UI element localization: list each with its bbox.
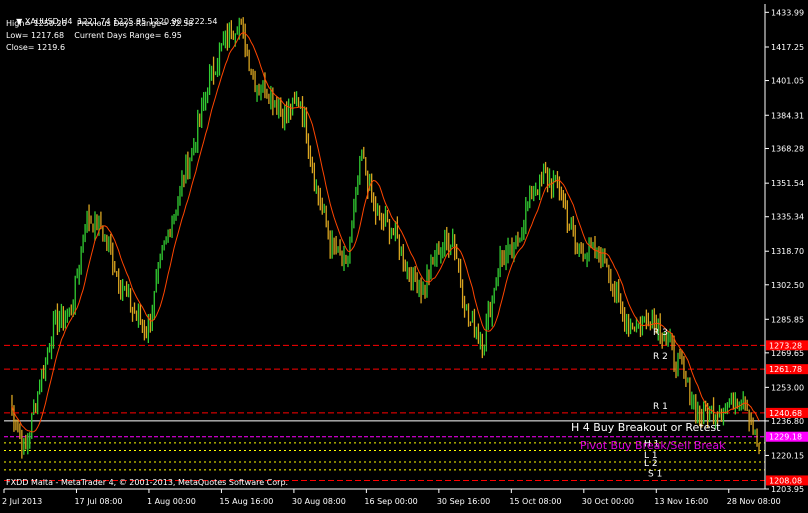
y-tick-label: 1220.15 (771, 451, 804, 460)
low-label: Low= 1217.68 (6, 31, 65, 40)
price-tag-label: 1240.68 (769, 409, 802, 418)
y-tick-label: 1236.80 (771, 417, 804, 426)
price-tag-label: 1261.78 (769, 365, 802, 374)
x-tick-label: 1 Aug 00:00 (147, 497, 196, 506)
close-label: Close= 1219.6 (6, 43, 66, 52)
price-tag-label: 1273.28 (769, 341, 802, 350)
x-tick-label: 15 Aug 16:00 (219, 497, 273, 506)
price-tag-label: 1229.18 (769, 433, 802, 442)
level-price-tags: 1273.28 1261.78 1240.68 1229.18 1208.08 (766, 340, 808, 486)
y-tick-label: 1401.05 (771, 77, 804, 86)
level-label: L 2 (644, 459, 658, 469)
prev-range-label: Previous Days Range= 32.58 (76, 19, 194, 28)
y-tick-label: 1302.50 (771, 281, 804, 290)
level-labels: R 3R 2R 1H 1L 1L 2S 1 (644, 328, 668, 479)
y-tick-label: 1351.54 (771, 179, 804, 188)
pivot-annotation: Pivot Buy Break/Sell Break (580, 439, 726, 452)
high-label: High= 1250.26 (6, 19, 67, 28)
high-prev-line: High= 1250.26 Previous Days Range= 32.58 (6, 18, 193, 29)
chart-window: 1433.99 1417.25 1401.05 1384.31 1368.28 1351.… (0, 0, 808, 509)
level-label: S 1 (648, 469, 662, 479)
x-tick-label: 30 Aug 08:00 (292, 497, 346, 506)
y-tick-label: 1384.31 (771, 111, 804, 120)
x-tick-label: 15 Oct 08:00 (509, 497, 561, 506)
x-tick-label: 28 Nov 08:00 (727, 497, 781, 506)
y-tick-label: 1285.85 (771, 315, 804, 324)
y-tick-label: 1335.34 (771, 213, 804, 222)
candles (11, 17, 760, 459)
low-curr-line: Low= 1217.68 Current Days Range= 6.95 (6, 30, 182, 41)
close-line: Close= 1219.6 (6, 42, 65, 53)
y-tick-label: 1318.70 (771, 247, 804, 256)
level-label: R 3 (653, 328, 668, 338)
y-tick-label: 1368.28 (771, 144, 804, 153)
curr-range-label: Current Days Range= 6.95 (74, 31, 182, 40)
x-tick-label: 16 Sep 00:00 (364, 497, 417, 506)
price-tag-label: 1208.08 (769, 476, 802, 485)
breakout-annotation: H 4 Buy Breakout or Retest (571, 421, 721, 434)
level-label: R 2 (653, 352, 668, 362)
y-tick-label: 1203.95 (771, 485, 804, 494)
x-tick-label: 2 Jul 2013 (2, 497, 42, 506)
y-tick-label: 1433.99 (771, 8, 804, 17)
x-tick-label: 17 Jul 08:00 (74, 497, 122, 506)
x-tick-label: 30 Oct 00:00 (582, 497, 634, 506)
x-tick-label: 13 Nov 16:00 (654, 497, 708, 506)
moving-average-line (11, 31, 760, 433)
y-tick-label: 1417.25 (771, 43, 804, 52)
x-tick-label: 30 Sep 16:00 (437, 497, 490, 506)
copyright-text: FXDD Malta - MetaTrader 4, © 2001-2013, … (6, 478, 289, 487)
y-tick-label: 1253.00 (771, 383, 804, 392)
level-label: R 1 (653, 402, 668, 412)
